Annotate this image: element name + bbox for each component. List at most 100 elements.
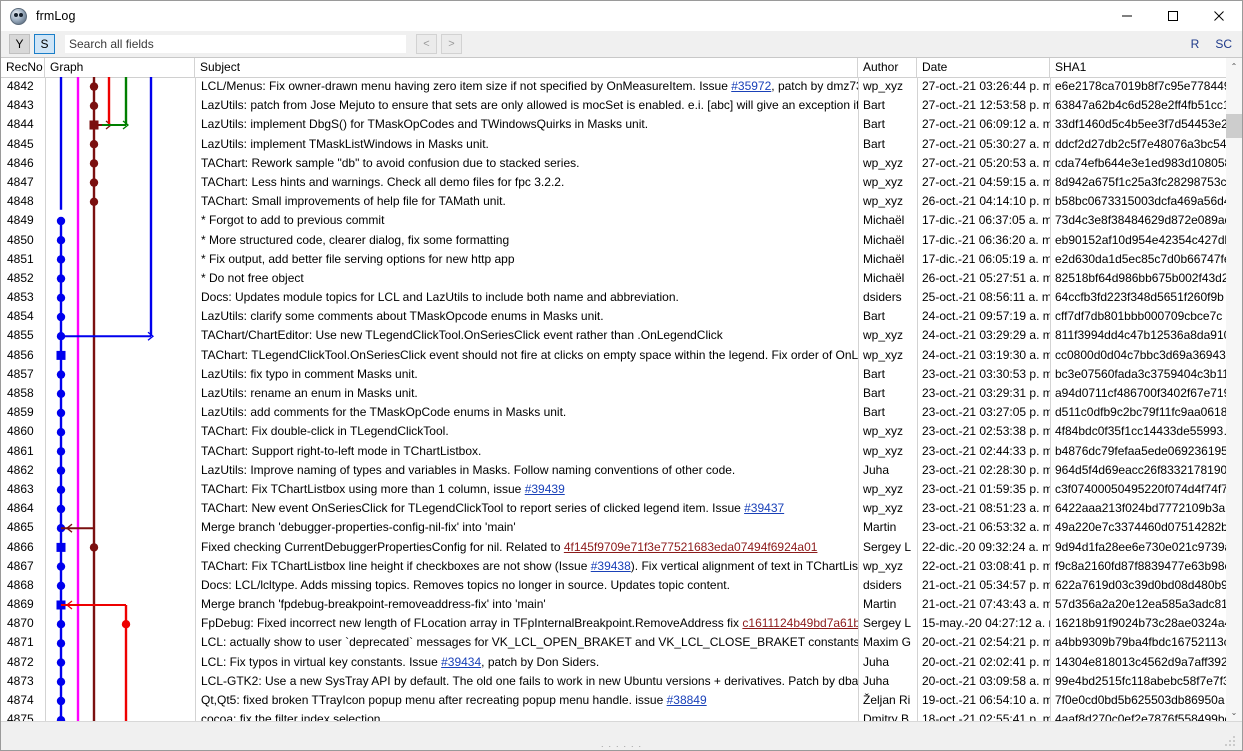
column-header-subject[interactable]: Subject [195, 58, 858, 77]
grid-body: 4842 LCL/Menus: Fix owner-drawn menu havi… [1, 77, 1242, 721]
table-row[interactable]: 4846 TAChart: Rework sample "db" to avoid… [1, 154, 1242, 173]
cell-recno: 4871 [7, 635, 34, 650]
table-row[interactable]: 4864 TAChart: New event OnSeriesClick for… [1, 499, 1242, 518]
column-header-author[interactable]: Author [858, 58, 917, 77]
cell-graph [45, 518, 195, 537]
scroll-down-arrow[interactable]: ⌄ [1226, 704, 1242, 721]
cell-recno: 4875 [7, 712, 34, 721]
cell-recno: 4872 [7, 654, 34, 669]
cell-author: wp_xyz [863, 424, 904, 439]
table-row[interactable]: 4865 Merge branch 'debugger-properties-co… [1, 518, 1242, 537]
table-row[interactable]: 4862 LazUtils: Improve naming of types an… [1, 461, 1242, 480]
table-row[interactable]: 4860 TAChart: Fix double-click in TLegend… [1, 422, 1242, 441]
label-sc[interactable]: SC [1215, 37, 1232, 51]
scroll-up-arrow[interactable]: ⌃ [1226, 58, 1242, 75]
scrollbar-thumb[interactable] [1226, 114, 1242, 138]
table-row[interactable]: 4871 LCL: actually show to user `deprecat… [1, 633, 1242, 652]
table-row[interactable]: 4859 LazUtils: add comments for the TMask… [1, 403, 1242, 422]
title-bar: frmLog [1, 1, 1242, 31]
toggle-y-button[interactable]: Y [9, 34, 30, 54]
table-row[interactable]: 4851 * Fix output, add better file servin… [1, 250, 1242, 269]
maximize-icon[interactable] [1150, 1, 1196, 31]
cell-subject: LazUtils: patch from Jose Mejuto to ensu… [201, 98, 858, 113]
cell-author: wp_xyz [863, 79, 904, 93]
cell-sha1: a94d0711cf486700f3402f67e719 [1055, 386, 1228, 400]
table-row[interactable]: 4848 TAChart: Small improvements of help … [1, 192, 1242, 211]
resize-grip-icon[interactable] [1224, 735, 1236, 747]
cell-recno: 4846 [7, 155, 34, 170]
table-row[interactable]: 4868 Docs: LCL/lcltype. Adds missing topi… [1, 576, 1242, 595]
table-row[interactable]: 4858 LazUtils: rename an enum in Masks un… [1, 384, 1242, 403]
table-row[interactable]: 4874 Qt,Qt5: fixed broken TTrayIcon popup… [1, 691, 1242, 710]
cell-sha1: 49a220e7c3374460d07514282bf [1055, 520, 1228, 535]
table-row[interactable]: 4857 LazUtils: fix typo in comment Masks … [1, 365, 1242, 384]
minimize-icon[interactable] [1104, 1, 1150, 31]
table-row[interactable]: 4869 Merge branch 'fpdebug-breakpoint-rem… [1, 595, 1242, 614]
table-row[interactable]: 4847 TAChart: Less hints and warnings. Ch… [1, 173, 1242, 192]
table-row[interactable]: 4875 cocoa: fix the filter index selectio… [1, 710, 1242, 721]
commit-link[interactable]: #39439 [525, 482, 565, 496]
cell-graph [45, 403, 195, 422]
search-input[interactable] [65, 35, 406, 53]
column-header-date[interactable]: Date [917, 58, 1050, 77]
cell-recno: 4852 [7, 270, 34, 285]
commit-link[interactable]: #39438 [591, 559, 631, 573]
cell-author: Juha [863, 673, 890, 688]
commit-link[interactable]: #38849 [667, 693, 707, 707]
cell-subject: Qt,Qt5: fixed broken TTrayIcon popup men… [201, 693, 707, 707]
table-row[interactable]: 4853 Docs: Updates module topics for LCL … [1, 288, 1242, 307]
cell-author: Bart [863, 136, 886, 151]
horizontal-splitter[interactable]: · · · · · · [1, 742, 1242, 751]
cell-recno: 4857 [7, 366, 34, 381]
table-row[interactable]: 4845 LazUtils: implement TMaskListWindows… [1, 135, 1242, 154]
search-next-button[interactable]: > [441, 34, 462, 54]
cell-date: 27-oct.-21 03:26:44 p. m. [922, 79, 1050, 93]
table-row[interactable]: 4856 TAChart: TLegendClickTool.OnSeriesCl… [1, 346, 1242, 365]
table-row[interactable]: 4844 LazUtils: implement DbgS() for TMask… [1, 115, 1242, 134]
close-icon[interactable] [1196, 1, 1242, 31]
cell-sha1: 33df1460d5c4b5ee3f7d54453e2… [1055, 117, 1228, 132]
cell-graph [45, 365, 195, 384]
cell-subject: LCL-GTK2: Use a new SysTray API by defau… [201, 673, 858, 688]
column-header-sha1[interactable]: SHA1 [1050, 58, 1228, 77]
cell-author: Maxim G [863, 635, 911, 650]
commit-link[interactable]: #39437 [744, 501, 784, 515]
cell-sha1: e2d630da1d5ec85c7d0b66747fe [1055, 251, 1228, 266]
table-row[interactable]: 4872 LCL: Fix typos in virtual key consta… [1, 653, 1242, 672]
cell-recno: 4870 [7, 616, 34, 631]
cell-date: 20-oct.-21 03:09:58 a. m. [922, 673, 1050, 688]
table-row[interactable]: 4866 Fixed checking CurrentDebuggerProper… [1, 538, 1242, 557]
cell-recno: 4860 [7, 424, 34, 439]
table-row[interactable]: 4849 * Forgot to add to previous commit Mi… [1, 211, 1242, 230]
commit-link[interactable]: #39434 [441, 655, 481, 669]
table-row[interactable]: 4842 LCL/Menus: Fix owner-drawn menu havi… [1, 77, 1242, 96]
vertical-scrollbar[interactable]: ⌃ ⌄ [1226, 58, 1242, 721]
column-header-graph[interactable]: Graph [45, 58, 195, 77]
commit-link[interactable]: #35972 [731, 79, 771, 93]
table-row[interactable]: 4843 LazUtils: patch from Jose Mejuto to … [1, 96, 1242, 115]
toggle-s-button[interactable]: S [34, 34, 55, 54]
table-row[interactable]: 4852 * Do not free object Michaël 26-oct.-2… [1, 269, 1242, 288]
search-prev-button[interactable]: < [416, 34, 437, 54]
table-row[interactable]: 4854 LazUtils: clarify some comments abou… [1, 307, 1242, 326]
cell-recno: 4858 [7, 386, 34, 400]
cell-subject: TAChart: Fix double-click in TLegendClic… [201, 424, 449, 439]
table-row[interactable]: 4850 * More structured code, clearer dial… [1, 231, 1242, 250]
table-row[interactable]: 4863 TAChart: Fix TChartListbox using mor… [1, 480, 1242, 499]
table-row[interactable]: 4867 TAChart: Fix TChartListbox line heig… [1, 557, 1242, 576]
cell-recno: 4844 [7, 117, 34, 132]
label-r[interactable]: R [1191, 37, 1200, 51]
cell-date: 26-oct.-21 05:27:51 a. m. [922, 270, 1050, 285]
table-row[interactable]: 4861 TAChart: Support right-to-left mode … [1, 442, 1242, 461]
commit-link[interactable]: c1611124b49bd7a61bee [742, 616, 858, 630]
table-row[interactable]: 4870 FpDebug: Fixed incorrect new length … [1, 614, 1242, 633]
cell-subject: TAChart/ChartEditor: Use new TLegendClic… [201, 328, 723, 343]
cell-date: 23-oct.-21 02:28:30 p. m. [922, 462, 1050, 477]
cell-subject: * Fix output, add better file serving op… [201, 251, 515, 266]
column-header-recno[interactable]: RecNo [1, 58, 45, 77]
table-row[interactable]: 4855 TAChart/ChartEditor: Use new TLegend… [1, 326, 1242, 345]
cell-date: 17-dic.-21 06:36:20 a. m. [922, 232, 1050, 247]
cell-sha1: 811f3994dd4c47b12536a8da910 [1055, 328, 1228, 343]
table-row[interactable]: 4873 LCL-GTK2: Use a new SysTray API by d… [1, 672, 1242, 691]
commit-link[interactable]: 4f145f9709e71f3e77521683eda07494f6924a01 [564, 540, 818, 554]
